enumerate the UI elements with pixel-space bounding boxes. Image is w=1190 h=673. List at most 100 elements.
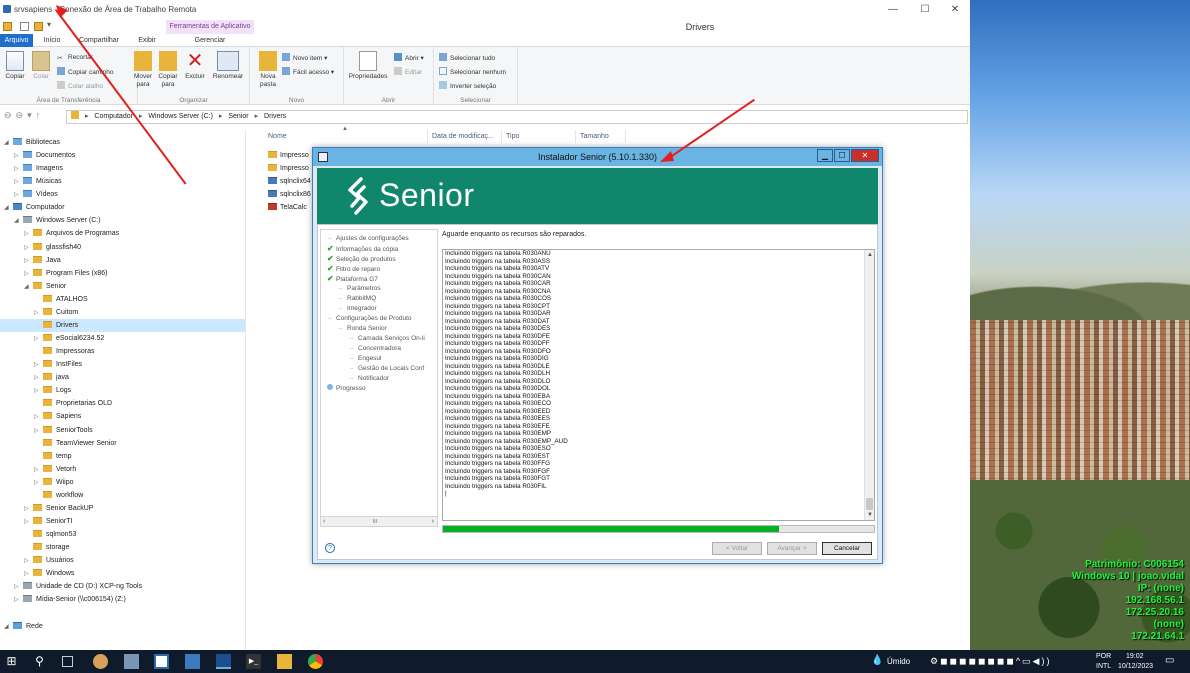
expand-chevron-icon[interactable]: ◢ (4, 621, 13, 634)
expand-chevron-icon[interactable]: ▷ (24, 255, 33, 268)
tree-item[interactable]: temp (34, 450, 72, 463)
tab-view[interactable]: Exibir (134, 34, 160, 47)
rename-button[interactable]: Renomear (210, 51, 246, 81)
expand-chevron-icon[interactable]: ◢ (14, 215, 23, 228)
steps-horizontal-scrollbar[interactable]: ‹ III › (321, 516, 437, 526)
up-arrow-icon[interactable]: ↑ (36, 110, 45, 120)
breadcrumb-item[interactable]: Senior (228, 113, 248, 120)
tray-icons[interactable]: ⚙◼◼◼◼◼◼◼◼^▭◀)) (930, 656, 1051, 667)
properties-icon[interactable] (20, 22, 29, 31)
file-row[interactable]: Impresso (268, 149, 309, 162)
expand-chevron-icon[interactable]: ◢ (4, 137, 13, 150)
app-taskbar-icon[interactable] (185, 654, 200, 669)
tree-item[interactable]: ◢ Rede (4, 620, 43, 633)
tree-item[interactable]: ◢ Windows Server (C:) (14, 214, 101, 227)
tree-item[interactable]: ▷ glassfish40 (24, 241, 81, 254)
file-row[interactable]: TelaCalc (268, 201, 307, 214)
select-none-button[interactable]: Selecionar nenhum (439, 67, 506, 77)
tree-item[interactable]: ▷ java (34, 371, 69, 384)
column-header-date[interactable]: Data de modificaç... (428, 130, 502, 143)
expand-chevron-icon[interactable]: ▷ (34, 477, 43, 490)
column-header-type[interactable]: Tipo (502, 130, 576, 143)
tree-item[interactable]: ▷ Wiipo (34, 476, 74, 489)
expand-chevron-icon[interactable]: ▷ (14, 163, 23, 176)
chrome-icon[interactable] (308, 654, 323, 669)
tree-item[interactable]: ▷ Mídia-Senior (\\c006154) (Z:) (14, 593, 126, 606)
select-all-button[interactable]: Selecionar tudo (439, 53, 495, 63)
tree-item[interactable]: ▷ Cuitom (34, 306, 78, 319)
tree-item[interactable]: ▷ Vetorh (34, 463, 76, 476)
folder-icon[interactable] (3, 22, 12, 31)
tree-item[interactable]: ▷ eSocial6234.52 (34, 332, 104, 345)
expand-chevron-icon[interactable]: ▷ (14, 176, 23, 189)
tree-item[interactable]: ▷ Usuários (24, 554, 74, 567)
tree-item[interactable]: storage (24, 541, 69, 554)
expand-chevron-icon[interactable]: ▷ (14, 189, 23, 202)
minimize-button[interactable]: — (878, 2, 908, 18)
expand-chevron-icon[interactable]: ◢ (24, 281, 33, 294)
next-button[interactable]: Avançar > (767, 542, 817, 555)
expand-chevron-icon[interactable]: ▷ (14, 150, 23, 163)
new-item-button[interactable]: Novo item ▾ (282, 53, 327, 63)
expand-chevron-icon[interactable]: ▷ (34, 333, 43, 346)
remote-desktop-taskbar-icon[interactable] (216, 654, 231, 669)
scroll-left-icon[interactable]: ‹ (323, 517, 325, 526)
breadcrumb-item[interactable]: Windows Server (C:) (148, 113, 213, 120)
tree-item[interactable]: ▷ Windows (24, 567, 74, 580)
progress-log[interactable]: Incluindo triggers na tabela R030ANU Incl… (442, 249, 875, 521)
tab-file[interactable]: Arquivo (0, 34, 33, 47)
tree-item[interactable]: ◢ Senior (24, 280, 66, 293)
address-bar[interactable]: ▸ Computador ▸ Windows Server (C:) ▸ Sen… (66, 110, 968, 124)
copy-button[interactable]: Copiar (4, 51, 26, 81)
delete-button[interactable]: ✕ Excluir (185, 51, 205, 81)
installer-minimize-button[interactable]: ▁ (817, 149, 833, 162)
clock-time[interactable]: 19:02 (1126, 653, 1144, 660)
column-header-name[interactable]: Nome (264, 130, 428, 143)
breadcrumb-item[interactable]: Computador (94, 113, 133, 120)
scroll-down-icon[interactable]: ▼ (865, 510, 874, 520)
tree-item[interactable]: ▷ Senior BackUP (24, 502, 93, 515)
expand-chevron-icon[interactable]: ▷ (24, 242, 33, 255)
breadcrumb-item[interactable]: Drivers (264, 113, 286, 120)
tree-item[interactable]: ▷ Músicas (14, 175, 62, 188)
tree-item[interactable]: ▷ Arquivos de Programas (24, 227, 119, 240)
tab-home[interactable]: Início (40, 34, 64, 47)
tree-item[interactable]: ▷ Unidade de CD (D:) XCP-ng Tools (14, 580, 142, 593)
expand-chevron-icon[interactable]: ▷ (24, 503, 33, 516)
tree-item[interactable]: Impressoras (34, 345, 95, 358)
installer-close-button[interactable]: ✕ (851, 149, 879, 162)
expand-chevron-icon[interactable]: ▷ (24, 228, 33, 241)
task-view-icon[interactable] (62, 656, 73, 667)
help-icon[interactable]: ? (325, 543, 335, 553)
tree-item[interactable]: workflow (34, 489, 83, 502)
expand-chevron-icon[interactable]: ▷ (14, 594, 23, 607)
file-row[interactable]: Impresso (268, 162, 309, 175)
edit-button[interactable]: Editar (394, 67, 422, 77)
file-explorer-taskbar-icon[interactable] (277, 654, 292, 669)
properties-button[interactable]: Propriedades (346, 51, 390, 81)
maximize-button[interactable]: ☐ (910, 2, 940, 18)
tree-item[interactable]: ◢ Bibliotecas (4, 136, 60, 149)
recent-chevron-icon[interactable]: ▾ (27, 110, 36, 120)
expand-chevron-icon[interactable]: ▷ (34, 411, 43, 424)
open-button[interactable]: Abrir ▾ (394, 53, 424, 63)
invert-selection-button[interactable]: Inverter seleção (439, 81, 496, 91)
tree-item[interactable]: Drivers (0, 318, 245, 332)
windows-start-icon[interactable]: ⊞ (4, 654, 19, 669)
paste-button[interactable]: Colar (30, 51, 52, 81)
back-button[interactable]: < Voltar (712, 542, 762, 555)
tree-item[interactable]: ▷ Java (24, 254, 61, 267)
weather-icon[interactable]: 💧 (871, 655, 883, 666)
app-taskbar-icon[interactable] (154, 654, 169, 669)
tree-item[interactable]: ▷ InstFiles (34, 358, 82, 371)
tree-item[interactable]: ▷ SeniorTools (34, 424, 93, 437)
tree-item[interactable]: ATALHOS (34, 293, 88, 306)
easy-access-button[interactable]: Fácil acesso ▾ (282, 67, 334, 77)
forward-icon[interactable]: ⊖ (16, 110, 28, 120)
log-vertical-scrollbar[interactable]: ▲ ▼ (864, 250, 874, 520)
expand-chevron-icon[interactable]: ▷ (14, 581, 23, 594)
expand-chevron-icon[interactable]: ▷ (24, 516, 33, 529)
installer-titlebar[interactable]: Instalador Senior (5.10.1.330) ▁ ☐ ✕ (313, 148, 882, 166)
clock-date[interactable]: 10/12/2023 (1118, 663, 1153, 670)
file-row[interactable]: sqlnclix64 (268, 175, 311, 188)
